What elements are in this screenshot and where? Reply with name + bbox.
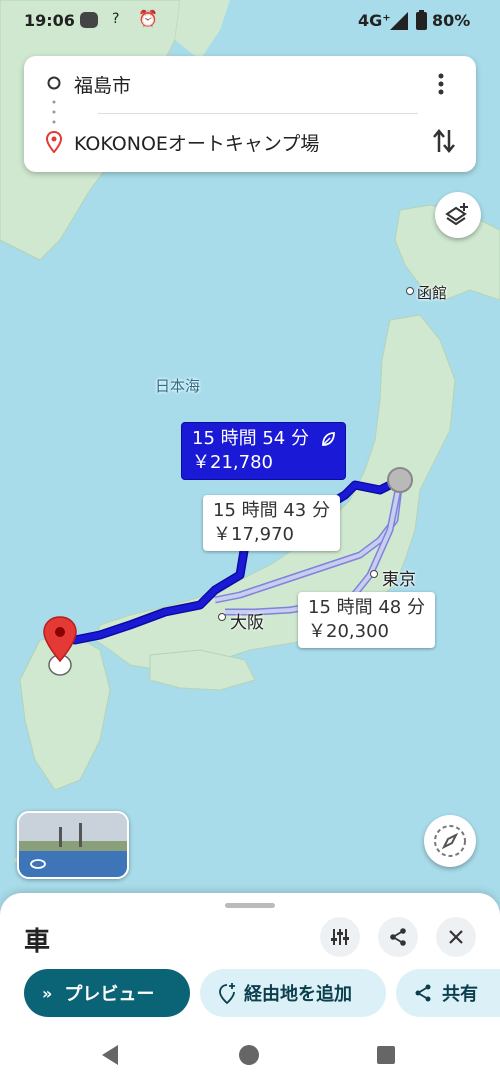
route-label-alt-2[interactable]: 15 時間 48 分 ￥20,300	[298, 592, 435, 648]
home-icon[interactable]	[238, 1044, 260, 1066]
route-duration: 15 時間 43 分	[213, 500, 330, 521]
sea-label: 日本海	[155, 377, 201, 395]
add-location-icon	[219, 983, 235, 1004]
destination-pin-icon	[46, 131, 62, 153]
city-label-hakodate: 函館	[417, 284, 448, 302]
hakodate-dot	[406, 287, 414, 295]
origin-circle-icon	[47, 76, 61, 90]
destination-map-pin-icon[interactable]	[40, 615, 80, 677]
share-pill-icon	[415, 984, 431, 1002]
street-view-thumbnail[interactable]	[17, 811, 129, 879]
more-options-icon[interactable]	[437, 72, 445, 96]
directions-card: 福島市 KOKONOEオートキャンプ場	[24, 56, 476, 172]
route-duration: 15 時間 48 分	[308, 597, 425, 618]
card-divider	[98, 113, 418, 114]
swap-icon[interactable]	[432, 128, 456, 154]
compass-button[interactable]	[424, 815, 476, 867]
battery-percent: 80%	[432, 11, 471, 30]
share-button[interactable]: 共有	[396, 969, 500, 1017]
battery-icon	[416, 10, 427, 30]
share-icon	[390, 928, 406, 946]
osaka-dot	[218, 613, 226, 621]
route-duration: 15 時間 54 分	[192, 428, 309, 449]
back-icon[interactable]	[100, 1044, 120, 1066]
route-label-alt-1[interactable]: 15 時間 43 分 ￥17,970	[203, 495, 340, 551]
layers-button[interactable]	[435, 192, 481, 238]
status-bar: 19:06 ? ⏰ 4G⁺ 80%	[0, 0, 500, 42]
recents-icon[interactable]	[376, 1045, 396, 1065]
sliders-icon	[331, 929, 349, 945]
route-options-button[interactable]	[320, 917, 360, 957]
signal-icon	[390, 12, 408, 30]
route-fare: ￥20,300	[308, 621, 389, 642]
add-stop-label: 経由地を追加	[244, 984, 352, 1005]
preview-button[interactable]: » プレビュー	[24, 969, 190, 1017]
city-label-osaka: 大阪	[230, 613, 264, 633]
line-icon	[80, 12, 98, 28]
origin-input[interactable]: 福島市	[74, 71, 131, 98]
close-icon	[449, 930, 463, 944]
add-stop-button[interactable]: 経由地を追加	[200, 969, 386, 1017]
rotate-360-icon	[30, 859, 46, 869]
double-chevron-icon: »	[42, 983, 53, 1003]
layers-icon	[445, 203, 468, 226]
sheet-drag-handle[interactable]	[225, 903, 275, 908]
compass-icon	[434, 825, 466, 857]
alarm-icon: ⏰	[138, 9, 158, 28]
wifi-question-icon: ?	[112, 11, 120, 27]
route-label-selected[interactable]: 15 時間 54 分 ￥21,780	[181, 422, 346, 480]
leaf-icon	[321, 432, 335, 446]
share-label: 共有	[442, 984, 478, 1005]
city-label-tokyo: 東京	[382, 570, 416, 590]
close-button[interactable]	[436, 917, 476, 957]
travel-mode-title: 車	[24, 927, 51, 957]
route-fare: ￥17,970	[213, 524, 294, 545]
status-time: 19:06	[24, 11, 75, 30]
system-navigation-bar	[0, 1030, 500, 1083]
share-route-button[interactable]	[378, 917, 418, 957]
route-fare: ￥21,780	[192, 452, 273, 473]
route-dots-icon	[52, 100, 56, 124]
tokyo-dot	[370, 570, 378, 578]
destination-input[interactable]: KOKONOEオートキャンプ場	[74, 129, 319, 156]
network-type: 4G⁺	[358, 11, 391, 30]
preview-label: プレビュー	[64, 984, 155, 1005]
